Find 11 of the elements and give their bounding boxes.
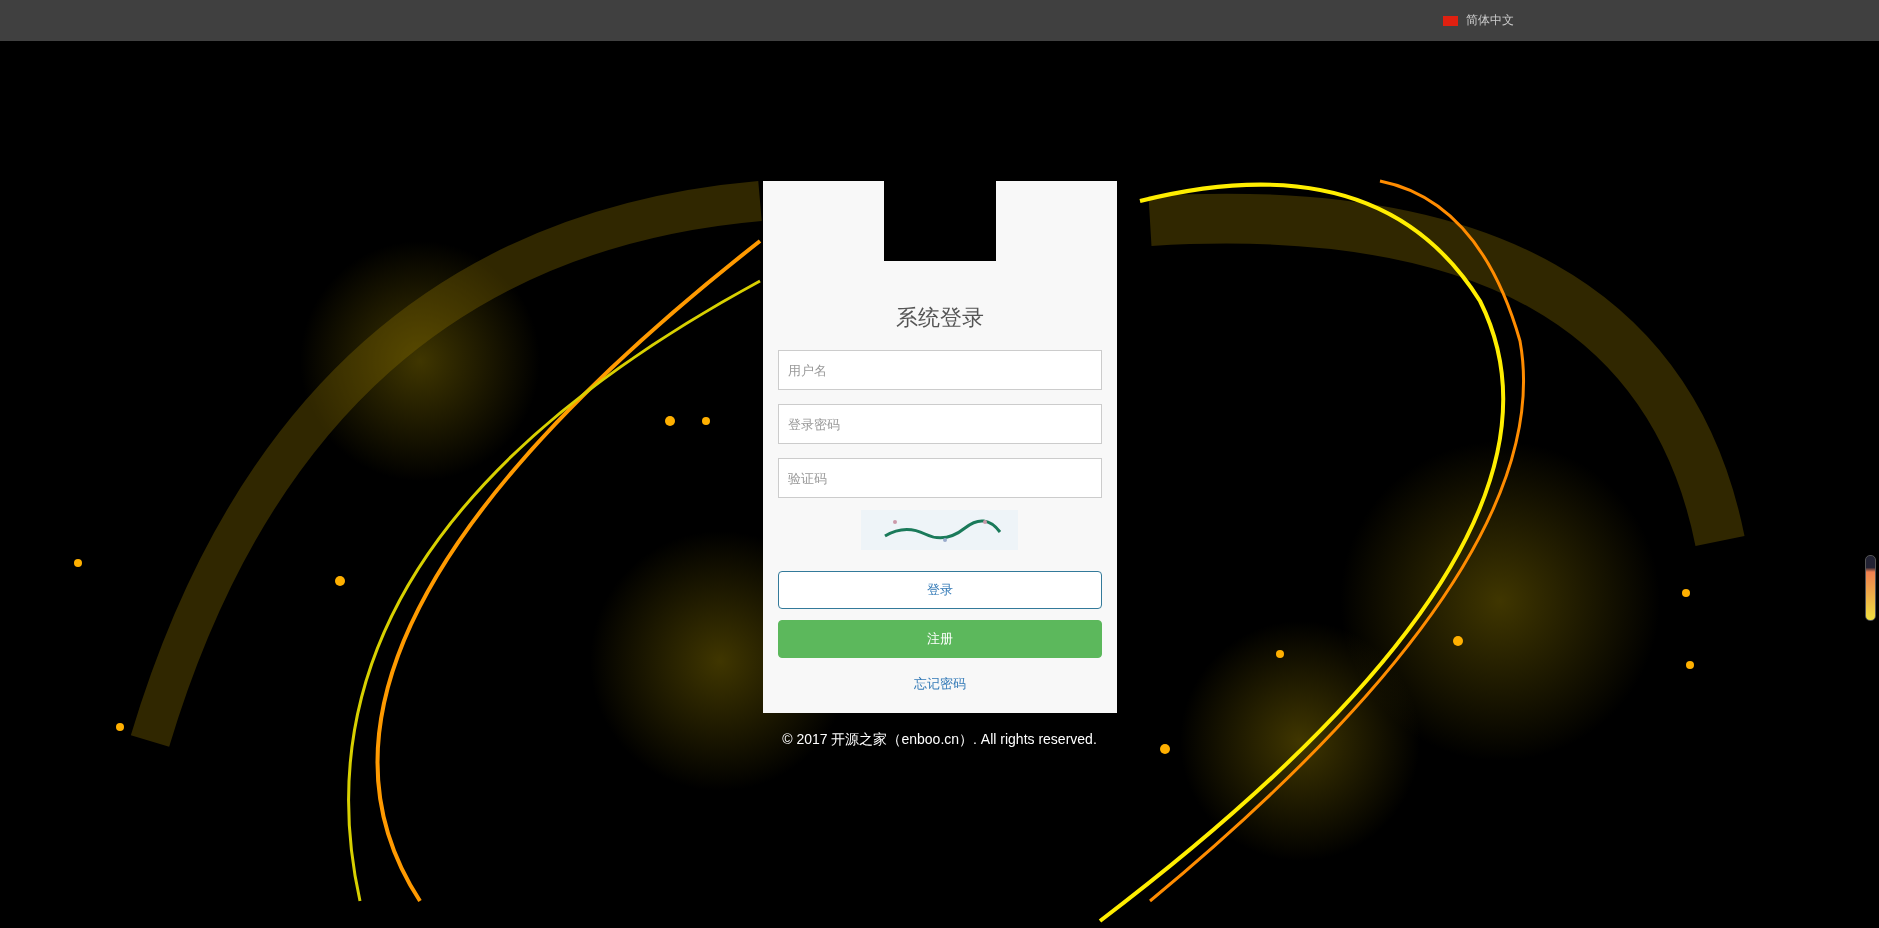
scroll-indicator[interactable] <box>1865 555 1876 621</box>
input-field[interactable]: 验证码 <box>777 458 1102 498</box>
input-field[interactable]: 用户名 <box>777 350 1102 390</box>
captcha-image[interactable] <box>861 510 1018 550</box>
login-button[interactable]: 登录 <box>777 571 1102 609</box>
language-link[interactable]: 简体中文 <box>1466 12 1514 29</box>
login-title: 系统登录 <box>895 304 984 332</box>
forgot-password-link[interactable]: 忘记密码 <box>913 675 966 693</box>
input-field[interactable]: 登录密码 <box>777 404 1102 444</box>
copyright-text: © 2017 开源之家（enboo.cn）. All rights reserved. <box>782 731 1097 749</box>
flag-icon <box>1443 15 1458 26</box>
